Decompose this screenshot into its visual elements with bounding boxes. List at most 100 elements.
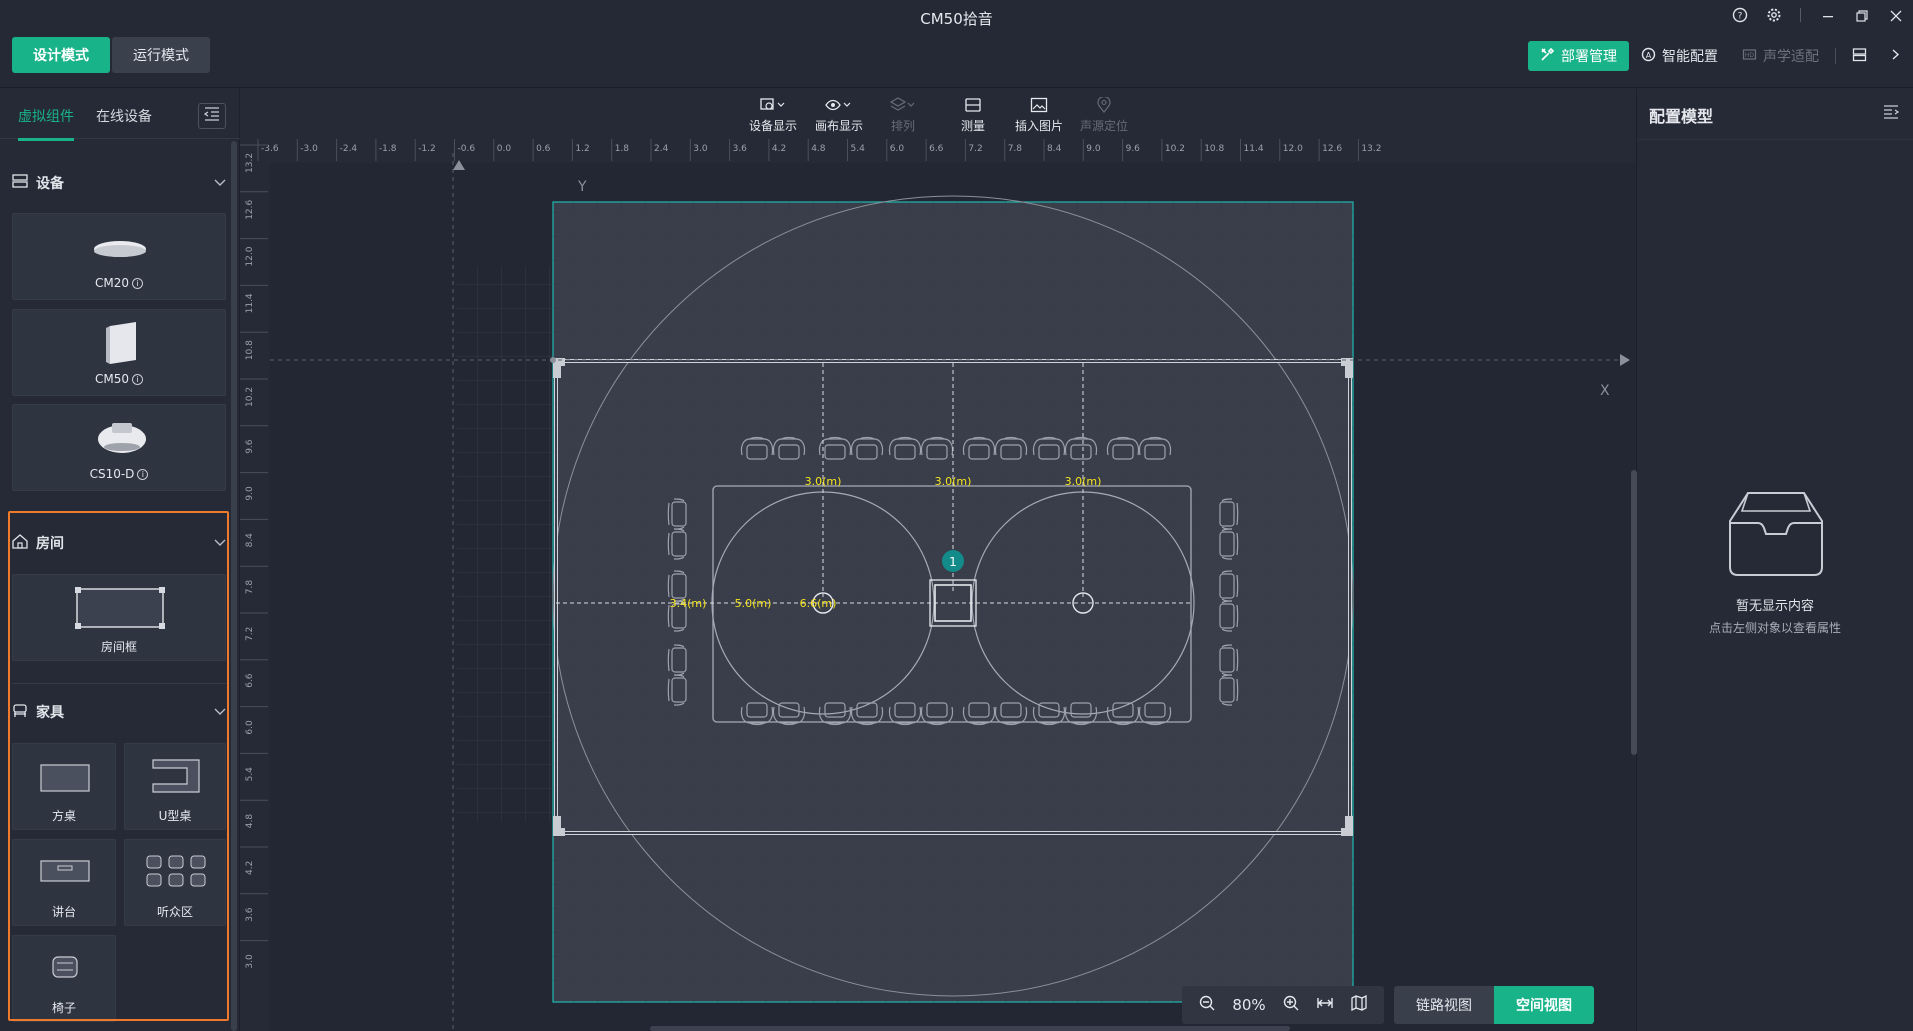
tab-online-devices[interactable]: 在线设备 [96,106,152,126]
ruler-x-label: 0.0 [497,144,512,154]
zoom-out-icon[interactable] [1192,995,1222,1015]
ruler-y-label: 4.8 [245,814,255,829]
measure-label-left-1: 3.4(m) [670,597,707,610]
ruler-x-label: 2.4 [654,144,669,154]
audience-area-label: 听众区 [156,905,193,919]
settings-icon[interactable] [1757,7,1791,27]
svg-text:?: ? [1738,12,1743,22]
collapse-right-panel-button[interactable] [1877,101,1905,127]
collapse-right-icon [1883,105,1900,123]
device-card-cs10d[interactable]: CS10-D i [12,404,226,491]
top-right-actions: 部署管理 A 智能配置 HD 声学适配 [1528,40,1913,72]
collapse-panel-button[interactable] [198,103,226,129]
arrange-tool[interactable]: 排列 [889,97,917,134]
deploy-management-button[interactable]: 部署管理 [1528,41,1629,71]
more-icon [1891,47,1901,66]
close-icon[interactable] [1879,8,1913,26]
empty-box-icon [1726,489,1826,587]
layers-icon [889,97,917,115]
smart-config-label: 智能配置 [1662,49,1718,65]
measure-label-top-1: 3.0(m) [805,475,842,488]
furniture-card-audience[interactable]: 听众区 [124,839,226,926]
map-icon[interactable] [1344,994,1374,1015]
canvas-svg: 1 3.0(m) 3.0(m) 3.0(m) 3.4(m) 5.0(m) 6.6… [240,139,1635,1031]
device-card-cm20[interactable]: CM20 i [12,213,226,300]
furniture-card-u-table[interactable]: U型桌 [124,743,226,830]
zoom-controls: 80% [1182,986,1384,1024]
furniture-card-podium[interactable]: 讲台 [12,839,116,926]
design-canvas[interactable]: 1 3.0(m) 3.0(m) 3.0(m) 3.4(m) 5.0(m) 6.6… [240,139,1635,1031]
furniture-card-chair[interactable]: 椅子 [12,935,116,1022]
info-icon[interactable]: i [137,469,149,480]
measure-label-top-3: 3.0(m) [1065,475,1102,488]
design-mode-button[interactable]: 设计模式 [12,37,110,73]
run-mode-button[interactable]: 运行模式 [112,37,210,73]
canvas-vertical-scrollbar[interactable] [1631,470,1637,755]
cm20-device-icon [93,239,147,263]
room-card-frame[interactable]: 房间框 [12,574,226,661]
fit-width-icon[interactable] [1310,995,1340,1015]
device-display-icon [759,97,787,115]
audience-area-icon [145,854,207,892]
restore-icon[interactable] [1845,8,1879,26]
insert-image-tool[interactable]: 插入图片 [1015,97,1063,134]
title-bar: CM50拾音 ? [0,0,1913,34]
chevron-down-icon [214,175,226,191]
canvas-horizontal-scrollbar[interactable] [650,1026,1290,1031]
device-card-cm50[interactable]: CM50 i [12,309,226,396]
ruler-x-label: 7.2 [968,144,982,154]
ruler-x-label: 11.4 [1244,144,1264,154]
ruler-x-label: 13.2 [1361,144,1381,154]
ruler-x-label: -1.8 [379,144,397,154]
ruler-x-label: 1.8 [615,144,630,154]
window-controls: ? [1723,0,1913,34]
acoustic-icon: HD [1742,47,1757,66]
arrange-label: 排列 [890,119,915,133]
panel-scrollbar[interactable] [231,141,237,1031]
ruler-x-label: -2.4 [340,144,358,154]
section-devices[interactable]: 设备 [12,171,226,195]
layout-toggle-button[interactable] [1840,41,1879,71]
cs10d-device-icon [95,417,149,461]
deploy-label: 部署管理 [1561,49,1617,65]
section-room[interactable]: 房间 [12,531,226,555]
room-frame-label: 房间框 [100,640,137,654]
chevron-down-icon [214,704,226,720]
furniture-card-square-table[interactable]: 方桌 [12,743,116,830]
minimize-icon[interactable] [1811,8,1845,26]
ruler-x-label: 10.8 [1204,144,1224,154]
measure-label: 测量 [961,119,986,133]
chair-label: 椅子 [51,1001,76,1015]
device-display-tool[interactable]: 设备显示 [749,97,797,134]
help-icon[interactable]: ? [1723,7,1757,27]
tab-virtual-components[interactable]: 虚拟组件 [18,106,74,141]
section-furniture[interactable]: 家具 [12,700,226,724]
sound-localization-tool[interactable]: 声源定位 [1080,95,1128,134]
home-icon [12,533,28,553]
more-button[interactable] [1879,41,1913,71]
space-view-button[interactable]: 空间视图 [1494,986,1594,1024]
square-table-label: 方桌 [51,809,76,823]
ruler-x-label: 6.0 [890,144,905,154]
acoustic-adapt-button[interactable]: HD 声学适配 [1730,41,1831,71]
info-icon[interactable]: i [132,278,143,289]
measure-tool[interactable]: 测量 [961,97,985,134]
ruler-x-label: 1.2 [575,144,589,154]
canvas-display-tool[interactable]: 画布显示 [815,97,863,134]
square-table-icon [40,764,90,796]
link-view-button[interactable]: 链路视图 [1394,986,1494,1024]
cm50-label: CM50 i [13,372,225,386]
zoom-level: 80% [1232,996,1266,1014]
x-axis-arrow [1620,354,1630,366]
info-icon[interactable]: i [132,374,143,385]
ruler-x-label: 10.2 [1165,144,1185,154]
zoom-in-icon[interactable] [1276,995,1306,1015]
device-icon [12,174,28,192]
measure-label-left-3: 6.6(m) [800,597,837,610]
component-tabs: 虚拟组件 在线设备 [0,89,240,141]
image-icon [1030,97,1048,115]
acoustic-adapt-label: 声学适配 [1763,49,1819,65]
smart-config-button[interactable]: A 智能配置 [1629,41,1730,71]
section-divider [12,683,226,684]
ruler-x-label: 12.0 [1283,144,1303,154]
